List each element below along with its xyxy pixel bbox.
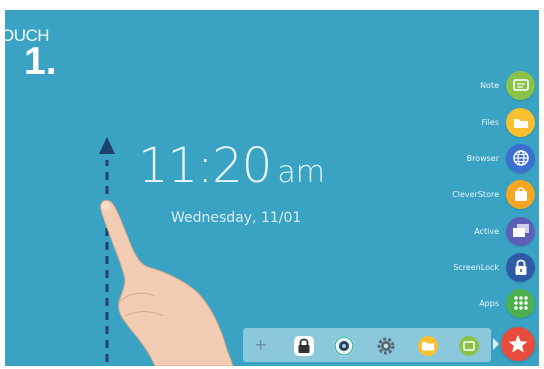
desktop-screen: OUCH 1. 11:20 am Wednesday, 11/01 Note Fi…: [5, 10, 539, 366]
settings-gear-icon[interactable]: [376, 336, 396, 356]
sidebar-item-label: Active: [474, 226, 499, 236]
sidebar-item-label: ScreenLock: [453, 262, 499, 272]
chevron-right-icon[interactable]: [493, 338, 499, 350]
note-icon[interactable]: [459, 336, 479, 356]
sidebar-item-label: Browser: [466, 153, 499, 163]
sidebar-item-label: Files: [481, 117, 499, 127]
globe-icon: [506, 143, 535, 173]
folder-icon[interactable]: [418, 336, 438, 356]
windows-icon: [506, 216, 535, 246]
sidebar-item-screenlock[interactable]: ScreenLock: [385, 252, 535, 282]
star-icon[interactable]: [501, 327, 535, 361]
folder-icon: [506, 107, 535, 137]
sidebar-item-browser[interactable]: Browser: [385, 143, 535, 173]
dock-add-button[interactable]: +: [254, 335, 267, 354]
sidebar-item-files[interactable]: Files: [385, 107, 535, 137]
sidebar-item-apps[interactable]: Apps: [385, 288, 535, 318]
sidebar-item-label: CleverStore: [452, 189, 499, 199]
apps-grid-icon: [506, 288, 535, 318]
sidebar-item-active[interactable]: Active: [385, 216, 535, 246]
lock-icon[interactable]: [294, 336, 314, 356]
shopping-bag-icon: [506, 179, 535, 209]
sidebar-item-cleverstore[interactable]: CleverStore: [385, 179, 535, 209]
camera-icon[interactable]: [334, 336, 354, 356]
sidebar-item-label: Note: [480, 80, 499, 90]
taskbar-dock: +: [243, 328, 499, 362]
sidebar-item-label: Apps: [479, 298, 499, 308]
sidebar-item-note[interactable]: Note: [385, 70, 535, 100]
note-icon: [506, 70, 535, 100]
lock-icon: [506, 252, 535, 282]
